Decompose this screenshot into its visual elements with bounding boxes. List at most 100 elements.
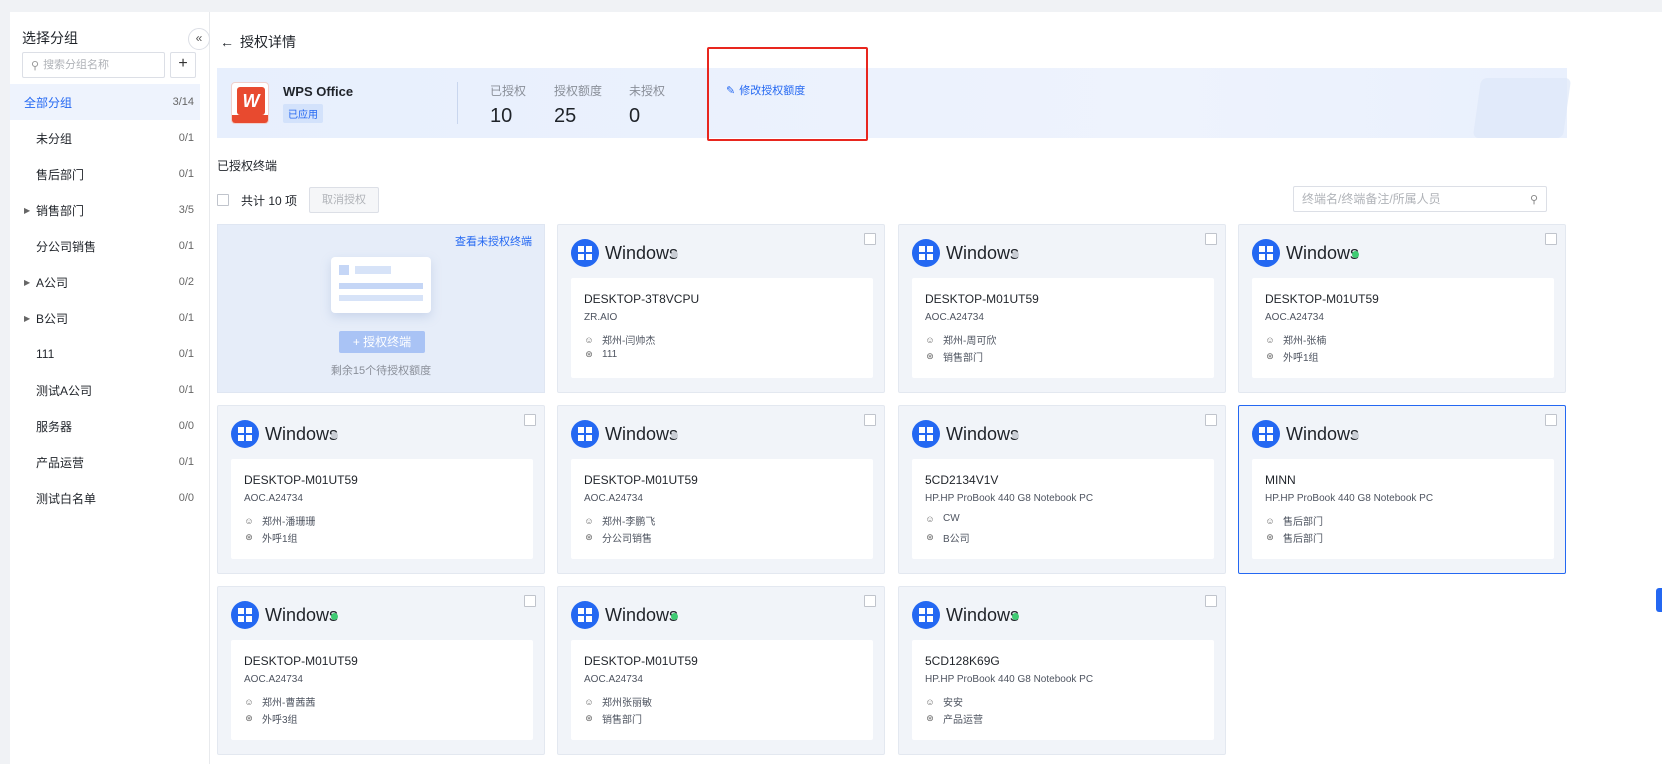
terminal-checkbox[interactable] — [524, 595, 536, 607]
user-icon: ☺ — [925, 696, 935, 707]
user-icon: ☺ — [1265, 515, 1275, 526]
search-icon: ⚲ — [1529, 193, 1538, 206]
terminal-checkbox[interactable] — [864, 414, 876, 426]
group-count: 0/0 — [178, 420, 194, 432]
group-count: 0/0 — [178, 492, 194, 504]
sidebar-group-item[interactable]: ▶ B公司 0/1 — [10, 300, 200, 336]
app-banner: W WPS Office 已应用 已授权 10 授权额度 25 未授权 0 ✎ … — [217, 68, 1572, 138]
bulk-toolbar: 共计 10 项 取消授权 — [217, 187, 380, 213]
sidebar-group-item[interactable]: 服务器 0/0 — [10, 408, 200, 444]
sidebar-group-item[interactable]: ▶ 销售部门 3/5 — [10, 192, 200, 228]
org-tree-icon: ⊛ — [1266, 532, 1274, 542]
view-unauthorized-link[interactable]: 查看未授权终端 — [455, 233, 532, 249]
sidebar-group-item[interactable]: 全部分组 3/14 — [10, 84, 200, 120]
sidebar-group-item[interactable]: 未分组 0/1 — [10, 120, 200, 156]
sidebar-group-item[interactable]: 分公司销售 0/1 — [10, 228, 200, 264]
terminal-checkbox[interactable] — [1205, 233, 1217, 245]
terminal-search-input[interactable] — [1302, 192, 1530, 206]
cancel-authorization-button[interactable]: 取消授权 — [309, 187, 380, 213]
org-tree-icon: ⊛ — [926, 713, 934, 723]
terminal-checkbox[interactable] — [864, 595, 876, 607]
caret-right-icon[interactable]: ▶ — [24, 206, 30, 215]
group-name: 111 — [36, 347, 55, 361]
stat-authorized: 已授权 10 — [490, 82, 526, 128]
terminal-group-row: ⊛ 111 — [584, 349, 617, 360]
os-name: Windows — [265, 605, 339, 625]
status-dot — [1012, 251, 1019, 258]
terminal-card[interactable]: Windows DESKTOP-M01UT59 AOC.A24734 ☺ 郑州-潘珊珊 ⊛… — [217, 405, 545, 574]
terminal-card[interactable]: Windows DESKTOP-3T8VCPU ZR.AIO ☺ 郑州-闫帅杰 ⊛ 111 — [557, 224, 885, 393]
terminal-hostname: DESKTOP-M01UT59 — [1265, 292, 1379, 306]
terminal-card[interactable]: Windows 5CD2134V1V HP.HP ProBook 440 G8 No… — [898, 405, 1226, 574]
terminal-group: 外呼3组 — [262, 715, 298, 726]
group-name: 未分组 — [36, 131, 73, 146]
collapse-sidebar-button[interactable]: « — [188, 28, 210, 50]
status-dot — [1012, 613, 1019, 620]
os-name: Windows — [1286, 243, 1360, 263]
org-tree-icon: ⊛ — [585, 713, 593, 723]
user-icon: ☺ — [1265, 334, 1275, 345]
status-dot — [671, 432, 678, 439]
group-search-input[interactable] — [43, 59, 154, 71]
caret-right-icon[interactable]: ▶ — [24, 278, 30, 287]
search-icon: ⚲ — [31, 59, 40, 72]
stat-unauthorized: 未授权 0 — [629, 82, 665, 128]
scroll-handle[interactable] — [1656, 588, 1662, 612]
group-name: 测试A公司 — [36, 383, 93, 398]
page-title: 授权详情 — [240, 34, 296, 50]
terminal-card[interactable]: Windows MINN HP.HP ProBook 440 G8 Notebook… — [1238, 405, 1566, 574]
add-group-button[interactable]: + — [170, 52, 196, 78]
terminal-checkbox[interactable] — [524, 414, 536, 426]
terminal-checkbox[interactable] — [864, 233, 876, 245]
terminal-model: HP.HP ProBook 440 G8 Notebook PC — [925, 674, 1094, 685]
terminal-card[interactable]: Windows DESKTOP-M01UT59 AOC.A24734 ☺ 郑州-曹茜茜 ⊛… — [217, 586, 545, 755]
sidebar-group-item[interactable]: 测试白名单 0/0 — [10, 480, 200, 516]
terminal-card[interactable]: Windows DESKTOP-M01UT59 AOC.A24734 ☺ 郑州-张楠 ⊛ 外… — [1238, 224, 1566, 393]
terminal-user: 郑州-张楠 — [1283, 336, 1327, 347]
authorize-terminal-button[interactable]: + 授权终端 — [339, 331, 425, 353]
group-name: A公司 — [36, 275, 69, 290]
terminal-card[interactable]: Windows DESKTOP-M01UT59 AOC.A24734 ☺ 郑州张丽敏 ⊛ 销… — [557, 586, 885, 755]
terminal-hostname: 5CD2134V1V — [925, 473, 999, 487]
authorize-terminal-card: 查看未授权终端 + 授权终端 剩余15个待授权额度 — [217, 224, 545, 393]
select-all-checkbox[interactable] — [217, 194, 229, 206]
terminal-user-row: ☺ 郑州-周可欣 — [925, 332, 997, 348]
empty-illustration — [331, 257, 431, 313]
caret-right-icon[interactable]: ▶ — [24, 314, 30, 323]
terminal-user-row: ☺ 郑州-张楠 — [1265, 332, 1327, 348]
terminal-search-box[interactable]: ⚲ — [1293, 186, 1547, 212]
wps-logo-icon: W — [231, 82, 269, 124]
sidebar-group-item[interactable]: ▶ A公司 0/2 — [10, 264, 200, 300]
stat-label: 授权额度 — [554, 84, 603, 98]
terminal-checkbox[interactable] — [1205, 414, 1217, 426]
terminal-user: 郑州-周可欣 — [943, 336, 997, 347]
divider — [457, 82, 458, 124]
sidebar-group-item[interactable]: 售后部门 0/1 — [10, 156, 200, 192]
terminal-checkbox[interactable] — [1545, 233, 1557, 245]
sidebar-group-item[interactable]: 测试A公司 0/1 — [10, 372, 200, 408]
terminal-card[interactable]: Windows 5CD128K69G HP.HP ProBook 440 G8 No… — [898, 586, 1226, 755]
terminal-group-row: ⊛ B公司 — [925, 530, 970, 545]
terminal-checkbox[interactable] — [1205, 595, 1217, 607]
user-icon: ☺ — [244, 696, 254, 707]
sidebar-group-item[interactable]: 111 0/1 — [10, 336, 200, 372]
group-count: 3/5 — [178, 204, 194, 216]
terminal-info: DESKTOP-3T8VCPU ZR.AIO ☺ 郑州-闫帅杰 ⊛ 111 — [571, 278, 873, 378]
terminal-group: B公司 — [943, 534, 970, 545]
terminal-group: 销售部门 — [602, 715, 642, 726]
terminal-hostname: DESKTOP-3T8VCPU — [584, 292, 700, 306]
terminal-hostname: 5CD128K69G — [925, 654, 1000, 668]
sidebar-title: 选择分组 — [22, 30, 78, 46]
terminal-checkbox[interactable] — [1545, 414, 1557, 426]
windows-icon — [231, 420, 259, 448]
terminal-card[interactable]: Windows DESKTOP-M01UT59 AOC.A24734 ☺ 郑州-李鹏飞 ⊛… — [557, 405, 885, 574]
terminal-card[interactable]: Windows DESKTOP-M01UT59 AOC.A24734 ☺ 郑州-周可欣 ⊛… — [898, 224, 1226, 393]
windows-icon — [571, 420, 599, 448]
terminal-user: 郑州-闫帅杰 — [602, 336, 656, 347]
windows-icon — [912, 601, 940, 629]
org-tree-icon: ⊛ — [585, 349, 593, 359]
back-link[interactable]: ← 授权详情 — [220, 32, 296, 52]
sidebar-group-item[interactable]: 产品运营 0/1 — [10, 444, 200, 480]
stat-label: 未授权 — [629, 84, 666, 98]
group-search-box[interactable]: ⚲ — [22, 52, 165, 78]
